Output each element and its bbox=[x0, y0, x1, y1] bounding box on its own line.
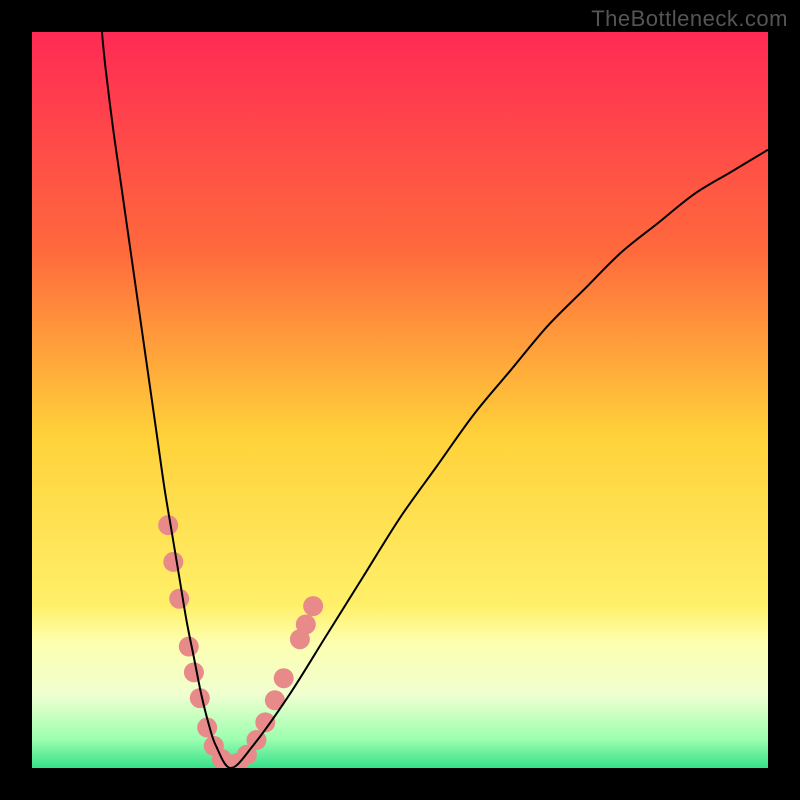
watermark-text: TheBottleneck.com bbox=[591, 6, 788, 32]
marker-point bbox=[158, 515, 178, 535]
bottleneck-curve bbox=[102, 32, 768, 768]
markers-group bbox=[158, 515, 323, 768]
marker-point bbox=[179, 637, 199, 657]
marker-point bbox=[296, 614, 316, 634]
marker-point bbox=[303, 596, 323, 616]
chart-frame: TheBottleneck.com bbox=[0, 0, 800, 800]
chart-overlay bbox=[32, 32, 768, 768]
marker-point bbox=[163, 552, 183, 572]
plot-area bbox=[32, 32, 768, 768]
marker-point bbox=[274, 668, 294, 688]
marker-point bbox=[184, 662, 204, 682]
marker-point bbox=[169, 589, 189, 609]
